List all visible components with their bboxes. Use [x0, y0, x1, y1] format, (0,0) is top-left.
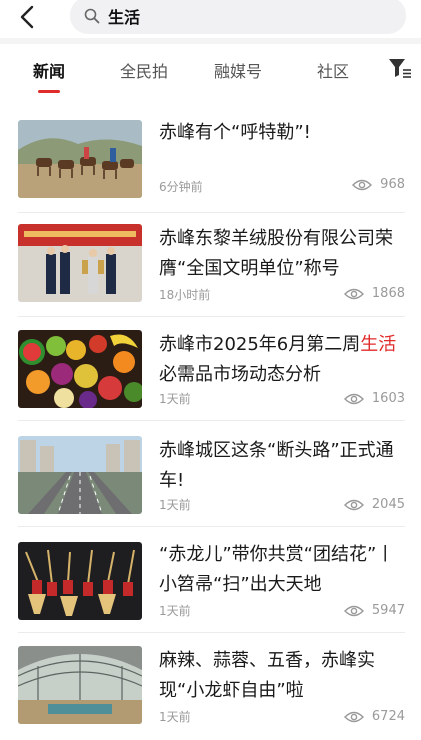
news-thumbnail — [18, 542, 142, 620]
tab-media[interactable]: 融媒号 — [214, 58, 262, 82]
news-title: “赤龙儿”带你共赏“团结花”丨小笤帚“扫”出大天地 — [159, 544, 395, 595]
news-time: 6分钟前 — [159, 180, 203, 194]
view-count: 5947 — [343, 603, 405, 618]
news-title: 赤峰东黎羊绒股份有限公司荣膺“全国文明单位”称号 — [159, 228, 393, 279]
news-time: 1天前 — [159, 710, 191, 724]
news-time: 1天前 — [159, 604, 191, 618]
news-thumbnail — [18, 436, 142, 514]
news-thumbnail — [18, 224, 142, 302]
tab-news[interactable]: 新闻 — [33, 58, 65, 82]
tab-community[interactable]: 社区 — [317, 58, 349, 82]
search-input[interactable]: 生活 — [70, 0, 406, 34]
view-count: 6724 — [343, 709, 405, 724]
news-item[interactable]: 赤峰东黎羊绒股份有限公司荣膺“全国文明单位”称号 18小时前 1868 — [0, 212, 421, 316]
filter-icon[interactable] — [388, 58, 412, 80]
view-count: 1603 — [343, 391, 405, 406]
view-count: 1868 — [343, 286, 405, 301]
search-highlight: 生活 — [360, 334, 397, 355]
eye-icon — [352, 179, 373, 190]
view-count-value: 1603 — [371, 391, 405, 406]
news-item[interactable]: 赤峰城区这条“断头路”正式通车! 1天前 2045 — [0, 420, 421, 524]
news-title-part: 必需品市场动态分析 — [159, 364, 321, 385]
news-item[interactable]: 赤峰有个“呼特勒”! 6分钟前 968 — [0, 108, 421, 212]
news-time: 1天前 — [159, 392, 191, 406]
news-title: 麻辣、蒜蓉、五香，赤峰实现“小龙虾自由”啦 — [159, 650, 375, 701]
news-thumbnail — [18, 120, 142, 198]
chevron-left-icon — [20, 5, 34, 29]
eye-icon — [343, 393, 364, 404]
view-count-value: 2045 — [371, 497, 405, 512]
view-count-value: 6724 — [371, 709, 405, 724]
news-item[interactable]: 赤峰市2025年6月第二周生活必需品市场动态分析 1天前 1603 — [0, 316, 421, 420]
news-time: 1天前 — [159, 498, 191, 512]
news-item[interactable]: “赤龙儿”带你共赏“团结花”丨小笤帚“扫”出大天地 1天前 5947 — [0, 526, 421, 630]
news-time: 18小时前 — [159, 288, 211, 302]
news-title: 赤峰市2025年6月第二周生活必需品市场动态分析 — [159, 330, 407, 390]
eye-icon — [343, 499, 364, 510]
view-count: 968 — [352, 177, 405, 192]
view-count: 2045 — [343, 497, 405, 512]
eye-icon — [343, 711, 364, 722]
eye-icon — [343, 605, 364, 616]
search-icon — [84, 8, 100, 23]
view-count-value: 5947 — [371, 603, 405, 618]
news-title: 赤峰城区这条“断头路”正式通车! — [159, 440, 394, 491]
top-bar: 生活 — [0, 0, 421, 38]
news-title: 赤峰有个“呼特勒”! — [159, 122, 311, 143]
news-thumbnail — [18, 330, 142, 408]
tab-bar: 新闻 全民拍 融媒号 社区 — [0, 44, 421, 100]
back-button[interactable] — [10, 2, 44, 32]
active-tab-indicator — [38, 90, 60, 93]
view-count-value: 968 — [380, 177, 405, 192]
news-thumbnail — [18, 646, 142, 724]
news-item[interactable]: 麻辣、蒜蓉、五香，赤峰实现“小龙虾自由”啦 1天前 6724 — [0, 632, 421, 736]
search-query: 生活 — [108, 7, 141, 27]
eye-icon — [343, 288, 364, 299]
view-count-value: 1868 — [371, 286, 405, 301]
tab-citizen-photo[interactable]: 全民拍 — [120, 58, 168, 82]
news-title-part: 赤峰市2025年6月第二周 — [159, 334, 361, 355]
